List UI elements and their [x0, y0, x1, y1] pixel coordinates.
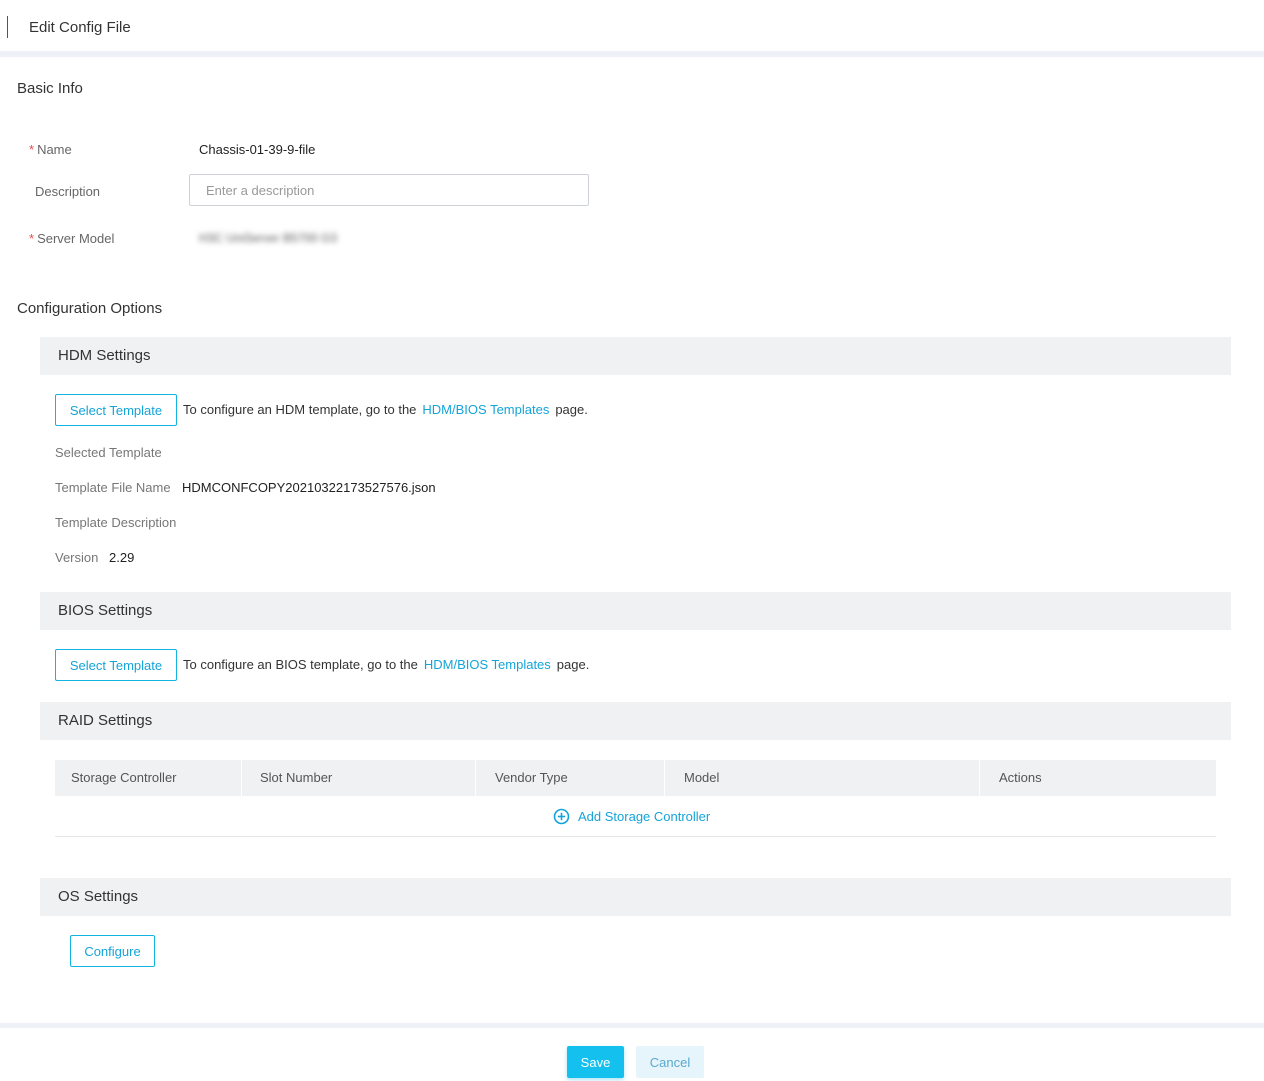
page-header: Edit Config File: [0, 0, 1264, 51]
hdm-hint-prefix: To configure an HDM template, go to the: [183, 402, 417, 417]
os-settings-title: OS Settings: [58, 888, 139, 905]
required-marker: *: [29, 142, 35, 157]
header-divider: [0, 51, 1264, 57]
bios-settings-header: BIOS Settings: [40, 592, 1231, 630]
column-header-storage-controller: Storage Controller: [71, 770, 177, 785]
raid-settings-header: RAID Settings: [40, 702, 1231, 740]
template-file-name-label: Template File Name: [55, 480, 171, 495]
template-file-name-value: HDMCONFCOPY20210322173527576.json: [182, 480, 436, 495]
hdm-hint: To configure an HDM template, go to the H…: [183, 402, 588, 417]
hdm-bios-templates-link[interactable]: HDM/BIOS Templates: [422, 402, 549, 417]
server-model-value: H3C UniServer B5700 G3: [199, 231, 338, 245]
raid-table-header: Storage Controller Slot Number Vendor Ty…: [55, 760, 1216, 796]
add-storage-controller-button[interactable]: Add Storage Controller: [553, 808, 710, 825]
server-model-label: * Server Model: [29, 231, 115, 246]
description-label: Description: [35, 184, 101, 199]
plus-circle-icon: [553, 808, 570, 825]
column-header-vendor-type: Vendor Type: [475, 760, 664, 796]
configuration-options-title: Configuration Options: [17, 300, 163, 317]
version-value: 2.29: [109, 550, 135, 565]
os-configure-button[interactable]: Configure: [70, 935, 155, 967]
version-label: Version: [55, 550, 99, 565]
name-label: * Name: [29, 142, 72, 157]
bios-select-template-button[interactable]: Select Template: [55, 649, 177, 681]
os-settings-header: OS Settings: [40, 878, 1231, 916]
bios-settings-title: BIOS Settings: [58, 602, 153, 619]
bios-hint-suffix: page.: [556, 657, 590, 672]
hdm-settings-header: HDM Settings: [40, 337, 1231, 375]
required-marker: *: [29, 231, 35, 246]
bios-templates-link[interactable]: HDM/BIOS Templates: [424, 657, 551, 672]
column-header-actions: Actions: [979, 760, 1216, 796]
hdm-hint-suffix: page.: [555, 402, 588, 417]
basic-info-title: Basic Info: [17, 80, 83, 97]
page-title: Edit Config File: [29, 19, 131, 36]
template-description-label: Template Description: [55, 515, 177, 530]
selected-template-label: Selected Template: [55, 445, 162, 460]
header-accent-bar: [7, 16, 8, 38]
column-header-slot-number: Slot Number: [241, 760, 475, 796]
raid-settings-title: RAID Settings: [58, 712, 153, 729]
hdm-settings-title: HDM Settings: [58, 347, 151, 364]
name-value: Chassis-01-39-9-file: [199, 142, 316, 157]
add-storage-controller-label: Add Storage Controller: [578, 809, 711, 824]
cancel-button[interactable]: Cancel: [636, 1046, 704, 1078]
hdm-select-template-button[interactable]: Select Template: [55, 394, 177, 426]
description-input[interactable]: [189, 174, 589, 206]
save-button[interactable]: Save: [567, 1046, 624, 1078]
column-header-model: Model: [664, 760, 979, 796]
footer-divider: [0, 1023, 1264, 1028]
bios-hint: To configure an BIOS template, go to the…: [183, 657, 589, 672]
bios-hint-prefix: To configure an BIOS template, go to the: [183, 657, 418, 672]
